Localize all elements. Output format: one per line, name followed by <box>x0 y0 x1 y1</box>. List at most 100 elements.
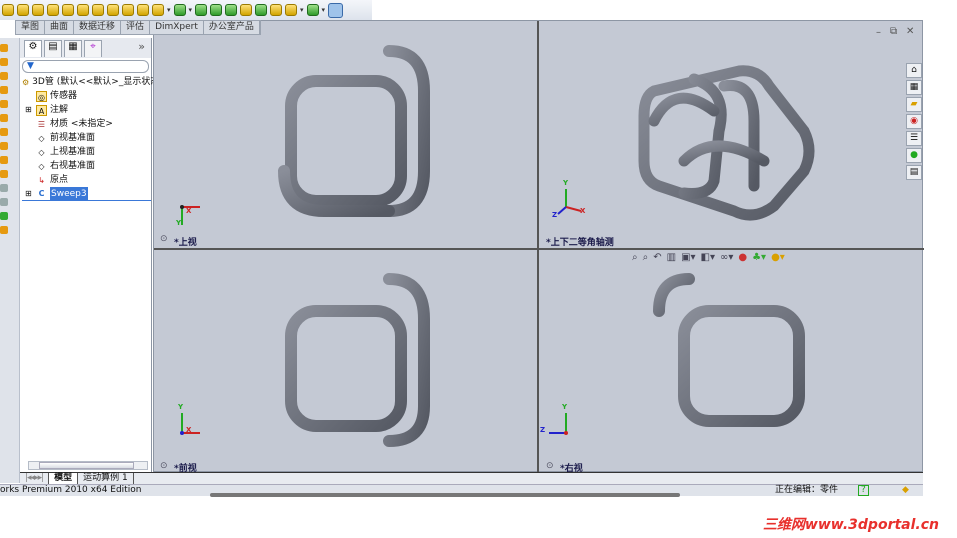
axis-y-label: Y <box>562 403 568 411</box>
tool-icon[interactable] <box>0 198 8 206</box>
tool-icon[interactable] <box>0 100 8 108</box>
triad-iso <box>557 189 582 215</box>
tree-item-right-plane[interactable]: ◇ 右视基准面 <box>22 159 151 173</box>
curve-tool-icon[interactable] <box>306 4 319 16</box>
tool-icon[interactable] <box>0 86 8 94</box>
axis-z-label: Z <box>552 211 558 219</box>
instant3d-icon[interactable] <box>240 4 253 16</box>
feature-manager-tab-icon[interactable]: ⚙ <box>24 40 42 57</box>
section-view-icon[interactable]: ▥ <box>667 252 676 263</box>
tree-filter-input[interactable]: ▼ <box>22 60 149 73</box>
help-icon[interactable]: ? <box>858 485 869 496</box>
dropdown-arrow[interactable]: ▾ <box>300 6 304 14</box>
tool-icon[interactable] <box>0 212 8 220</box>
tab-model[interactable]: 模型 <box>49 473 79 484</box>
zoom-to-fit-icon[interactable]: ⌕ <box>632 252 638 263</box>
tree-item-top-plane[interactable]: ◇ 上视基准面 <box>22 145 151 159</box>
resources-icon[interactable]: ▦ <box>906 80 922 95</box>
tool-icon[interactable] <box>0 170 8 178</box>
tree-item-material[interactable]: ☰ 材质 <未指定> <box>22 117 151 131</box>
view-orientation-icon[interactable]: ▣▾ <box>681 252 695 263</box>
reference-geometry-icon[interactable] <box>210 4 223 16</box>
tree-item-annotations[interactable]: ⊞ A 注解 <box>22 103 151 117</box>
configuration-manager-tab-icon[interactable]: ▦ <box>64 40 82 57</box>
view-palette-icon[interactable]: ◉ <box>906 114 922 129</box>
mirror-tool-icon[interactable] <box>195 4 208 16</box>
pattern-tool-icon[interactable] <box>173 4 186 16</box>
home-icon[interactable]: ⌂ <box>906 63 922 78</box>
graphics-area[interactable]: X Y ⊙ *上视 X Y Z *上下二等角轴测 X Y ⊙ *前视 Z Y ⊙… <box>153 20 924 474</box>
tree-horizontal-scrollbar[interactable] <box>28 461 148 470</box>
view-link-icon[interactable]: ⊙ <box>546 461 554 471</box>
scrollbar-thumb[interactable] <box>39 462 134 469</box>
tool-icon[interactable] <box>0 72 8 80</box>
tree-item-label: 3D管 (默认<<默认>_显示状态 <box>32 77 160 87</box>
file-explorer-icon[interactable]: ☰ <box>906 131 922 146</box>
folder-icon[interactable]: ▰ <box>906 97 922 112</box>
expand-panel-button[interactable]: » <box>138 40 145 58</box>
flex-tool-icon[interactable] <box>255 4 268 16</box>
tree-item-sensors[interactable]: ◎ 传感器 <box>22 89 151 103</box>
tab-data-migration[interactable]: 数据迁移 <box>74 21 122 34</box>
expand-icon[interactable]: ⊞ <box>25 103 36 117</box>
chamfer-tool-icon[interactable] <box>77 4 89 16</box>
product-name: orks Premium 2010 x64 Edition <box>0 485 142 495</box>
tool-icon[interactable] <box>0 128 8 136</box>
tool-icon[interactable] <box>0 156 8 164</box>
view-settings-icon[interactable]: ●▾ <box>771 252 785 263</box>
move-face-icon[interactable] <box>285 4 298 16</box>
tab-sketch[interactable]: 草图 <box>16 21 46 34</box>
tool-icon[interactable] <box>0 226 8 234</box>
tool-icon[interactable] <box>0 142 8 150</box>
display-style-icon[interactable]: ◧▾ <box>701 252 715 263</box>
instant3d-toggle-icon[interactable] <box>328 2 344 18</box>
hide-show-icon[interactable]: ∞▾ <box>720 252 733 263</box>
draft-tool-icon[interactable] <box>107 4 119 16</box>
shell-tool-icon[interactable] <box>92 4 104 16</box>
previous-view-icon[interactable]: ↶ <box>653 252 661 263</box>
appearances-icon[interactable]: ● <box>906 148 922 163</box>
sweep-tool-icon[interactable] <box>2 4 14 16</box>
extrude-tool-icon[interactable] <box>32 4 44 16</box>
dome-tool-icon[interactable] <box>152 4 164 16</box>
tool-icon[interactable] <box>0 114 8 122</box>
curves-tool-icon[interactable] <box>225 4 238 16</box>
cut-tool-icon[interactable] <box>47 4 59 16</box>
view-link-icon[interactable]: ⊙ <box>160 234 168 244</box>
tab-surfaces[interactable]: 曲面 <box>45 21 75 34</box>
tab-office-products[interactable]: 办公室产品 <box>204 21 260 34</box>
close-button[interactable]: ✕ <box>906 26 914 37</box>
tree-item-sweep3[interactable]: ⊞ C Sweep3 <box>22 186 151 201</box>
apply-scene-icon[interactable]: ♣▾ <box>752 252 766 263</box>
tab-evaluate[interactable]: 评估 <box>121 21 151 34</box>
freeform-tool-icon[interactable] <box>270 4 283 16</box>
dropdown-arrow[interactable]: ▾ <box>167 6 171 14</box>
edit-appearance-icon[interactable]: ● <box>738 252 747 263</box>
tool-icon[interactable] <box>0 58 8 66</box>
tab-dimxpert[interactable]: DimXpert <box>150 21 204 34</box>
fillet-tool-icon[interactable] <box>62 4 74 16</box>
zoom-to-area-icon[interactable]: ⌕ <box>643 252 649 263</box>
rib-tool-icon[interactable] <box>122 4 134 16</box>
expand-icon[interactable]: ⊞ <box>25 187 36 201</box>
tree-item-front-plane[interactable]: ◇ 前视基准面 <box>22 131 151 145</box>
wrap-tool-icon[interactable] <box>137 4 149 16</box>
tool-icon[interactable] <box>0 184 8 192</box>
dimxpert-manager-tab-icon[interactable]: ⌖ <box>84 40 102 57</box>
tool-icon[interactable] <box>0 44 8 52</box>
property-manager-tab-icon[interactable]: ▤ <box>44 40 62 57</box>
tree-item-part[interactable]: ⚙ 3D管 (默认<<默认>_显示状态 <box>22 75 159 89</box>
axis-x-label: X <box>580 207 586 215</box>
tab-motion-study[interactable]: 运动算例 1 <box>78 473 134 484</box>
view-link-icon[interactable]: ⊙ <box>160 461 168 471</box>
minimize-button[interactable]: – <box>876 27 881 38</box>
axis-z-label: Z <box>540 426 546 434</box>
dropdown-arrow[interactable]: ▾ <box>322 6 326 14</box>
loft-tool-icon[interactable] <box>17 4 29 16</box>
tree-item-origin[interactable]: ↳ 原点 <box>22 173 151 187</box>
rebuild-icon[interactable]: ◆ <box>902 485 909 496</box>
custom-properties-icon[interactable]: ▤ <box>906 165 922 180</box>
tab-nav-arrows[interactable]: |◂◂▸▸| <box>20 473 50 484</box>
dropdown-arrow[interactable]: ▾ <box>189 6 193 14</box>
restore-button[interactable]: ⧉ <box>890 26 897 37</box>
